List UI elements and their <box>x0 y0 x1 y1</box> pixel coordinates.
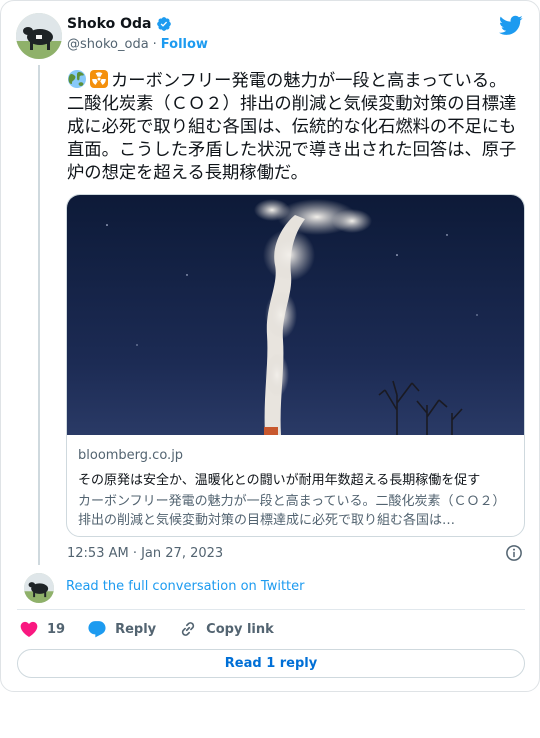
radioactive-icon <box>90 70 108 88</box>
heart-icon <box>20 621 38 637</box>
like-count: 19 <box>47 621 66 637</box>
follow-link[interactable]: Follow <box>161 37 208 52</box>
action-bar: 19 Reply Copy link <box>19 619 274 639</box>
tweet-body: カーボンフリー発電の魅力が一段と高まっている。二酸化炭素（ＣＯ２）排出の削減と気… <box>67 71 517 183</box>
link-domain: bloomberg.co.jp <box>78 448 184 463</box>
verified-badge-icon <box>157 17 172 31</box>
author-name[interactable]: Shoko Oda <box>67 16 151 32</box>
conversation-avatar[interactable] <box>24 573 54 603</box>
reply-bubble-icon <box>88 621 106 638</box>
copy-link-button[interactable]: Copy link <box>178 619 274 639</box>
like-button[interactable]: 19 <box>19 619 65 639</box>
reply-label: Reply <box>115 621 157 637</box>
globe-asia-australia-icon <box>68 70 86 88</box>
author-handle[interactable]: @shoko_oda <box>67 37 149 52</box>
link-chain-icon <box>182 622 195 636</box>
link-description: カーボンフリー発電の魅力が一段と高まっている。二酸化炭素（ＣＯ２）排出の削減と気… <box>78 494 506 528</box>
read-full-conversation-link[interactable]: Read the full conversation on Twitter <box>66 579 304 594</box>
copy-link-label: Copy link <box>206 621 274 637</box>
thread-line <box>38 65 40 565</box>
link-title: その原発は安全か、温暖化との闘いが耐用年数超える長期稼働を促す <box>78 473 481 488</box>
twitter-bird-icon[interactable] <box>499 13 523 37</box>
reply-button[interactable]: Reply <box>87 619 156 639</box>
read-replies-button[interactable]: Read 1 reply <box>17 649 525 678</box>
tweet-embed-card: Shoko Oda @shoko_oda · Follow カーボンフリー発電の… <box>0 0 540 692</box>
handle-separator: · <box>152 37 157 52</box>
link-preview-image <box>67 195 524 435</box>
divider <box>17 609 525 610</box>
info-icon[interactable] <box>505 544 523 562</box>
author-avatar[interactable] <box>16 13 62 59</box>
link-preview-card[interactable]: bloomberg.co.jp その原発は安全か、温暖化との闘いが耐用年数超える… <box>66 194 525 537</box>
tweet-text: カーボンフリー発電の魅力が一段と高まっている。二酸化炭素（ＣＯ２）排出の削減と気… <box>67 69 523 185</box>
tweet-timestamp[interactable]: 12:53 AM · Jan 27, 2023 <box>67 546 223 561</box>
